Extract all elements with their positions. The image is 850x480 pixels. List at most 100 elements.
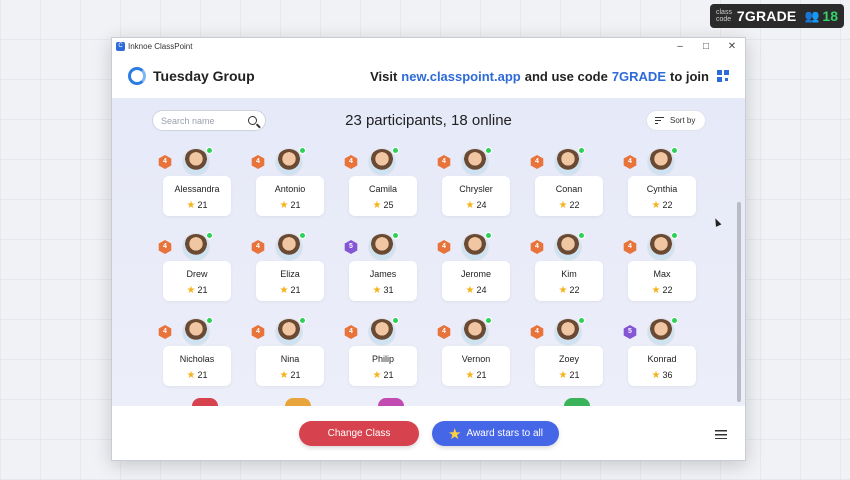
participant-stars: ★ 22 <box>535 200 603 211</box>
participant-card[interactable]: 4 Camila ★ 25 <box>344 147 417 218</box>
star-count: 22 <box>662 200 673 210</box>
partial-avatar <box>285 398 311 406</box>
star-count: 21 <box>197 200 208 210</box>
star-icon: ★ <box>186 370 196 381</box>
people-icon: 👥 <box>804 9 820 23</box>
participant-name: Max <box>653 269 671 279</box>
star-count: 21 <box>290 370 301 380</box>
participant-name: Antonio <box>274 184 306 194</box>
participant-name: Philip <box>371 354 394 364</box>
maximize-button[interactable]: □ <box>693 41 719 52</box>
partial-avatar <box>192 398 218 406</box>
participant-card[interactable]: 5 Konrad ★ 36 <box>623 317 696 388</box>
participant-card[interactable]: 5 James ★ 31 <box>344 232 417 303</box>
participant-card[interactable]: 4 Zoey ★ 21 <box>530 317 603 388</box>
online-indicator-icon <box>671 232 678 239</box>
star-icon: ★ <box>465 370 475 381</box>
participant-card[interactable]: 4 Jerome ★ 24 <box>437 232 510 303</box>
level-badge-icon: 4 <box>344 325 358 339</box>
star-count: 31 <box>383 285 394 295</box>
participant-name: Kim <box>561 269 577 279</box>
participants-toolbar: 23 participants, 18 online Sort by <box>112 98 745 142</box>
online-indicator-icon <box>485 317 492 324</box>
online-indicator-icon <box>299 147 306 154</box>
participant-stars: ★ 21 <box>535 370 603 381</box>
scrollbar[interactable] <box>737 202 741 402</box>
online-indicator-icon <box>671 147 678 154</box>
change-class-button[interactable]: Change Class <box>299 421 419 446</box>
qr-code-icon[interactable] <box>717 70 729 82</box>
participant-stars: ★ 22 <box>535 285 603 296</box>
online-indicator-icon <box>299 317 306 324</box>
participant-name: Drew <box>186 269 208 279</box>
star-icon: ★ <box>279 370 289 381</box>
participant-name: Eliza <box>280 269 300 279</box>
mouse-cursor <box>712 217 722 227</box>
participant-card[interactable]: 4 Max ★ 22 <box>623 232 696 303</box>
award-stars-button[interactable]: ★ Award stars to all <box>432 421 559 446</box>
level-badge-icon: 4 <box>251 155 265 169</box>
participant-name: Camila <box>368 184 397 194</box>
star-icon: ★ <box>558 370 568 381</box>
online-indicator-icon <box>392 317 399 324</box>
participant-name: James <box>369 269 397 279</box>
participant-stars: ★ 25 <box>349 200 417 211</box>
minimize-button[interactable]: – <box>667 41 693 52</box>
participant-stars: ★ 21 <box>256 200 324 211</box>
participant-card[interactable]: 4 Vernon ★ 21 <box>437 317 510 388</box>
star-count: 21 <box>290 200 301 210</box>
participant-card[interactable]: 4 Chrysler ★ 24 <box>437 147 510 218</box>
participant-card[interactable]: 4 Antonio ★ 21 <box>251 147 324 218</box>
star-icon: ★ <box>279 285 289 296</box>
participant-card[interactable]: 4 Cynthia ★ 22 <box>623 147 696 218</box>
participant-name: Konrad <box>647 354 677 364</box>
participant-stars: ★ 24 <box>442 285 510 296</box>
star-count: 21 <box>383 370 394 380</box>
level-badge-icon: 4 <box>437 240 451 254</box>
online-indicator-icon <box>299 232 306 239</box>
close-button[interactable]: ✕ <box>719 41 745 52</box>
participant-stars: ★ 21 <box>163 370 231 381</box>
participant-stars: ★ 24 <box>442 200 510 211</box>
sort-icon <box>655 117 664 124</box>
window-titlebar[interactable]: C Inknoe ClassPoint – □ ✕ <box>112 38 745 54</box>
level-badge-icon: 5 <box>623 325 637 339</box>
participant-card[interactable]: 4 Kim ★ 22 <box>530 232 603 303</box>
level-badge-icon: 4 <box>251 240 265 254</box>
online-indicator-icon <box>578 317 585 324</box>
star-count: 22 <box>569 285 580 295</box>
sort-button[interactable]: Sort by <box>646 110 706 131</box>
participant-card[interactable]: 4 Alessandra ★ 21 <box>158 147 231 218</box>
star-icon: ★ <box>372 370 382 381</box>
star-icon: ★ <box>372 285 382 296</box>
participant-card[interactable]: 4 Eliza ★ 21 <box>251 232 324 303</box>
header: Tuesday Group Visit new.classpoint.app a… <box>112 54 745 98</box>
class-code-badge[interactable]: class code 7GRADE 👥 18 <box>710 4 844 28</box>
participant-card[interactable]: 4 Conan ★ 22 <box>530 147 603 218</box>
partial-avatar <box>564 398 590 406</box>
participant-name: Chrysler <box>459 184 493 194</box>
star-icon: ★ <box>448 425 462 443</box>
online-count: 18 <box>822 8 838 24</box>
star-count: 25 <box>383 200 394 210</box>
participant-stars: ★ 22 <box>628 200 696 211</box>
hamburger-menu-icon[interactable] <box>715 430 727 439</box>
online-indicator-icon <box>206 317 213 324</box>
star-icon: ★ <box>372 200 382 211</box>
participant-stars: ★ 21 <box>256 285 324 296</box>
online-indicator-icon <box>392 147 399 154</box>
level-badge-icon: 4 <box>158 155 172 169</box>
star-count: 24 <box>476 285 487 295</box>
participant-card[interactable]: 4 Nina ★ 21 <box>251 317 324 388</box>
level-badge-icon: 4 <box>251 325 265 339</box>
participant-name: Nina <box>280 354 300 364</box>
star-icon: ★ <box>558 200 568 211</box>
participant-card[interactable]: 4 Nicholas ★ 21 <box>158 317 231 388</box>
join-suffix: to join <box>670 68 709 84</box>
participant-grid: 4 Alessandra ★ 21 4 Antonio ★ 21 4 Camila ★ 25 4 Chry… <box>158 147 696 388</box>
participant-card[interactable]: 4 Philip ★ 21 <box>344 317 417 388</box>
participant-card[interactable]: 4 Drew ★ 21 <box>158 232 231 303</box>
level-badge-icon: 4 <box>530 325 544 339</box>
star-icon: ★ <box>558 285 568 296</box>
participant-stars: ★ 36 <box>628 370 696 381</box>
